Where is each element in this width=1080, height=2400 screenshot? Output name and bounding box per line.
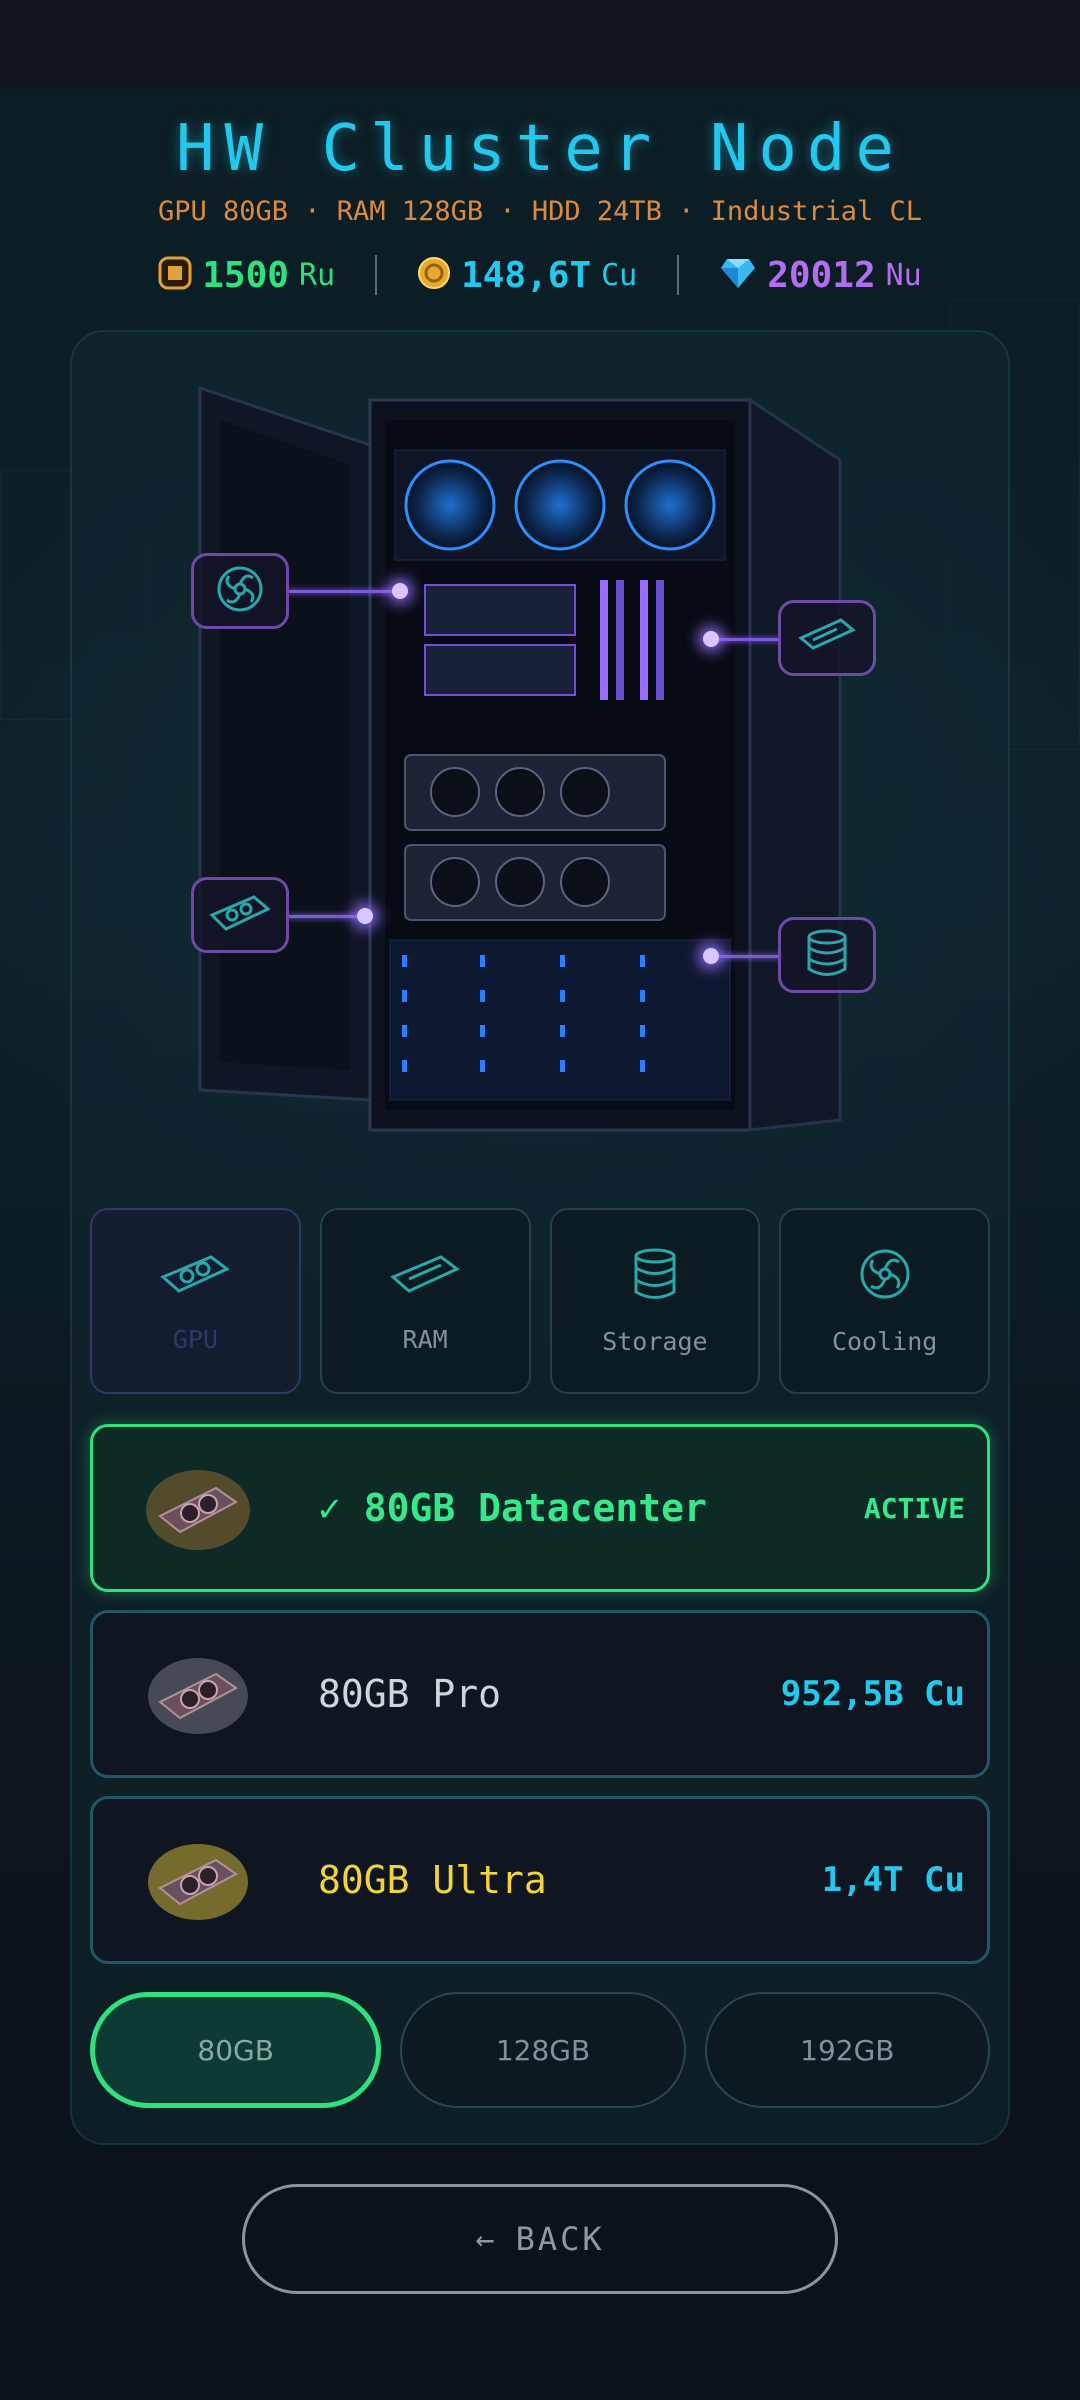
chip-coin-icon bbox=[158, 256, 192, 294]
currency-unit: Nu bbox=[885, 257, 922, 293]
gpu-card-icon bbox=[138, 1458, 258, 1558]
currency-unit: Cu bbox=[601, 257, 638, 293]
currency-unit: Ru bbox=[298, 257, 336, 293]
capacity-option-192gb[interactable]: 192GB bbox=[704, 1992, 990, 2108]
hotspot-dot bbox=[357, 908, 373, 924]
upgrade-item-ultra[interactable]: 80GB Ultra 1,4T Cu bbox=[90, 1796, 990, 1964]
hotspot-connector bbox=[712, 955, 782, 958]
fan-icon bbox=[215, 564, 265, 618]
tab-label: Cooling bbox=[831, 1326, 938, 1356]
item-status: ACTIVE bbox=[863, 1491, 965, 1525]
arrow-left-icon: ← bbox=[475, 2220, 498, 2258]
currency-cu: 148,6T Cu bbox=[377, 255, 677, 296]
hotspot-connector bbox=[286, 915, 366, 918]
gold-coin-icon bbox=[417, 256, 451, 294]
page-subtitle: GPU 80GB · RAM 128GB · HDD 24TB · Indust… bbox=[157, 196, 922, 227]
category-tabs: GPU RAM Storage Cooling bbox=[90, 1208, 990, 1394]
hotspot-ram[interactable] bbox=[778, 600, 876, 676]
gpu-card-icon bbox=[138, 1644, 258, 1744]
capacity-selector: 80GB 128GB 192GB bbox=[90, 1992, 990, 2108]
hotspot-dot bbox=[392, 583, 408, 599]
hotspot-storage[interactable] bbox=[778, 917, 876, 993]
tab-label: Storage bbox=[602, 1326, 708, 1356]
back-label: BACK bbox=[515, 2220, 605, 2258]
tab-ram[interactable]: RAM bbox=[319, 1208, 531, 1394]
hotspot-cooling[interactable] bbox=[191, 553, 289, 629]
item-name: 80GB Pro bbox=[318, 1672, 502, 1716]
page-title: HW Cluster Node bbox=[176, 112, 904, 186]
fan-icon bbox=[858, 1247, 912, 1305]
tab-storage[interactable]: Storage bbox=[549, 1208, 761, 1394]
diamond-icon bbox=[719, 256, 757, 294]
currency-value: 1500 bbox=[202, 254, 289, 296]
ram-stick-icon bbox=[389, 1249, 461, 1303]
capacity-option-128gb[interactable]: 128GB bbox=[400, 1992, 686, 2108]
item-name: ✓ 80GB Datacenter bbox=[318, 1486, 707, 1530]
hotspot-connector bbox=[286, 590, 396, 593]
hotspot-dot bbox=[703, 631, 719, 647]
currency-value: 148,6T bbox=[461, 254, 592, 296]
tab-label: RAM bbox=[402, 1324, 448, 1354]
currency-bar: 1500 Ru 148,6T Cu 20012 Nu bbox=[0, 250, 1080, 300]
hotspot-connector bbox=[710, 638, 780, 641]
tab-cooling[interactable]: Cooling bbox=[779, 1208, 990, 1394]
upgrade-item-pro[interactable]: 80GB Pro 952,5B Cu bbox=[90, 1610, 990, 1778]
tab-label: GPU bbox=[172, 1324, 218, 1354]
item-price: 952,5B Cu bbox=[780, 1674, 965, 1714]
gpu-card-icon bbox=[208, 891, 272, 939]
capacity-option-80gb[interactable]: 80GB bbox=[90, 1992, 382, 2108]
ram-stick-icon bbox=[797, 616, 857, 660]
item-price: 1,4T Cu bbox=[821, 1860, 965, 1900]
hotspot-gpu[interactable] bbox=[191, 877, 289, 953]
currency-nu: 20012 Nu bbox=[679, 255, 962, 296]
tab-gpu[interactable]: GPU bbox=[90, 1208, 301, 1394]
item-name: 80GB Ultra bbox=[318, 1858, 547, 1902]
storage-stack-icon bbox=[632, 1247, 678, 1305]
upgrade-item-datacenter[interactable]: ✓ 80GB Datacenter ACTIVE bbox=[90, 1424, 990, 1592]
gpu-card-icon bbox=[138, 1830, 258, 1930]
gpu-card-icon bbox=[159, 1249, 231, 1303]
currency-ru: 1500 Ru bbox=[118, 255, 375, 296]
storage-stack-icon bbox=[805, 928, 849, 982]
currency-value: 20012 bbox=[767, 254, 876, 296]
status-bar-area bbox=[0, 0, 1080, 88]
server-rack-image bbox=[180, 370, 880, 1170]
hotspot-dot bbox=[703, 948, 719, 964]
back-button[interactable]: ← BACK bbox=[242, 2184, 838, 2294]
